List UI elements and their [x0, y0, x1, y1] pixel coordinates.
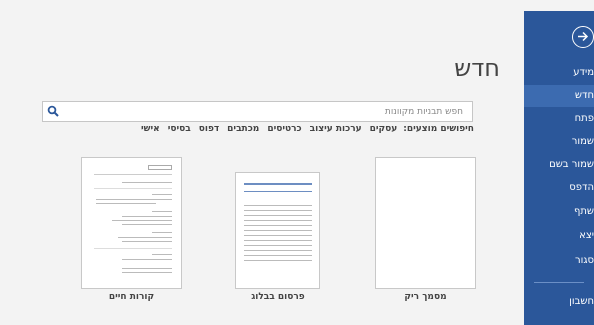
sidebar-item-new[interactable]: חדש: [524, 85, 594, 107]
blog-text-line: [244, 255, 312, 256]
suggest-link-business[interactable]: עסקים: [370, 124, 398, 134]
template-label: קורות חיים: [108, 292, 155, 302]
template-thumbnail-blog[interactable]: [235, 172, 320, 289]
resume-section-line: [152, 194, 172, 195]
resume-name-box: [148, 165, 172, 170]
page-title: חדש: [454, 54, 500, 82]
resume-section-line: [152, 254, 172, 255]
resume-text-line: [122, 216, 172, 217]
suggest-link-print[interactable]: דפוס: [199, 124, 219, 134]
top-strip: [0, 0, 594, 11]
search-icon[interactable]: [47, 105, 60, 118]
resume-rule: [94, 174, 172, 175]
sidebar-item-export[interactable]: יצא: [524, 225, 594, 247]
blog-title-underline: [244, 191, 312, 192]
resume-text-line: [96, 203, 156, 204]
blog-text-line: [244, 210, 312, 211]
template-thumbnail-blank[interactable]: [375, 157, 476, 289]
template-search-box[interactable]: [42, 101, 473, 122]
blog-text-line: [244, 230, 312, 231]
blog-text-line: [244, 235, 312, 236]
resume-section-line: [152, 211, 172, 212]
resume-text-line: [118, 237, 172, 238]
suggest-link-cards[interactable]: כרטיסים: [267, 124, 301, 134]
sidebar-item-save[interactable]: שמור: [524, 131, 594, 153]
suggest-link-letters[interactable]: מכתבים: [227, 124, 259, 134]
template-label: מסמך ריק: [404, 292, 447, 302]
suggest-link-basic[interactable]: בסיסי: [168, 124, 191, 134]
blog-text-line: [244, 250, 312, 251]
resume-text-line: [122, 182, 172, 183]
blog-text-line: [244, 215, 312, 216]
blog-text-line: [244, 245, 312, 246]
blog-title-line: [244, 183, 312, 185]
sidebar-divider: [534, 282, 584, 283]
suggested-searches-label: חיפושים מוצעים:: [403, 124, 474, 134]
suggest-link-personal[interactable]: אישי: [141, 124, 160, 134]
sidebar-item-save-as[interactable]: שמור בשם: [524, 154, 594, 176]
resume-text-line: [122, 268, 172, 269]
blog-text-line: [244, 225, 312, 226]
resume-text-line: [122, 224, 172, 225]
sidebar-item-print[interactable]: הדפס: [524, 177, 594, 199]
template-thumbnail-resume[interactable]: [81, 157, 182, 289]
resume-text-line: [122, 259, 172, 260]
sidebar-item-info[interactable]: מידע: [524, 62, 594, 84]
resume-text-line: [96, 199, 172, 200]
blog-text-line: [244, 240, 312, 241]
back-arrow-icon: [578, 31, 589, 42]
resume-text-line: [122, 241, 172, 242]
sidebar-item-open[interactable]: פתח: [524, 108, 594, 130]
sidebar-item-account[interactable]: חשבון: [524, 291, 594, 313]
suggest-link-themes[interactable]: ערכות עיצוב: [310, 124, 362, 134]
sidebar-item-close[interactable]: סגור: [524, 250, 594, 272]
resume-section-line: [152, 232, 172, 233]
blog-text-line: [244, 260, 312, 261]
suggested-searches: חיפושים מוצעים: עסקים ערכות עיצוב כרטיסים מכ…: [100, 124, 474, 140]
back-button[interactable]: [572, 26, 594, 48]
resume-text-line: [122, 272, 172, 273]
sidebar-item-share[interactable]: שתף: [524, 201, 594, 223]
blog-text-line: [244, 220, 312, 221]
resume-text-line: [112, 220, 172, 221]
resume-rule: [94, 188, 172, 189]
template-label: פרסום בבלוג: [251, 292, 305, 302]
resume-rule: [94, 248, 172, 249]
blog-text-line: [244, 205, 312, 206]
search-input[interactable]: [63, 102, 469, 121]
